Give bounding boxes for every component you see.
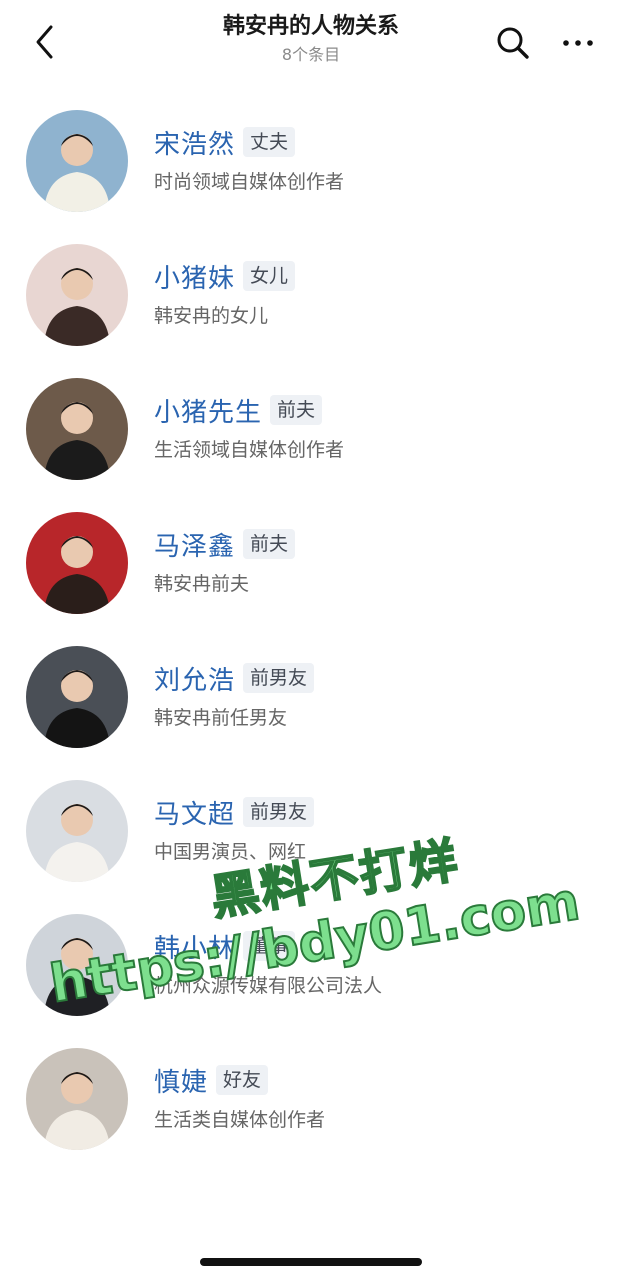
top-bar: 韩安冉的人物关系 8个条目 — [0, 0, 622, 86]
avatar[interactable] — [26, 244, 128, 346]
person-description: 生活领域自媒体创作者 — [154, 439, 345, 461]
relation-tag: 前男友 — [243, 797, 315, 827]
person-avatar-icon — [26, 780, 128, 882]
avatar[interactable] — [26, 646, 128, 748]
name-row: 马泽鑫 前夫 — [154, 526, 296, 563]
name-row: 马文超 前男友 — [154, 794, 315, 831]
relation-item[interactable]: 马文超 前男友中国男演员、网红 — [0, 764, 622, 898]
person-name[interactable]: 宋浩然 — [154, 124, 235, 161]
person-name[interactable]: 刘允浩 — [154, 660, 235, 697]
name-row: 小猪先生 前夫 — [154, 392, 323, 429]
person-name[interactable]: 慎婕 — [154, 1062, 208, 1099]
person-description: 韩安冉前夫 — [154, 573, 250, 595]
name-row: 刘允浩 前男友 — [154, 660, 315, 697]
avatar[interactable] — [26, 512, 128, 614]
person-avatar-icon — [26, 512, 128, 614]
person-name[interactable]: 马文超 — [154, 794, 235, 831]
relation-tag: 前男友 — [243, 663, 315, 693]
person-description: 生活类自媒体创作者 — [154, 1109, 326, 1131]
person-description: 杭州众源传媒有限公司法人 — [154, 975, 383, 997]
relation-tag: 前夫 — [270, 395, 323, 425]
relation-tag: 董事 — [243, 931, 296, 961]
avatar[interactable] — [26, 378, 128, 480]
relation-item[interactable]: 刘允浩 前男友韩安冉前任男友 — [0, 630, 622, 764]
relation-item[interactable]: 小猪妹 女儿韩安冉的女儿 — [0, 228, 622, 362]
relation-item[interactable]: 宋浩然 丈夫时尚领域自媒体创作者 — [0, 94, 622, 228]
name-row: 小猪妹 女儿 — [154, 258, 296, 295]
name-row: 慎婕 好友 — [154, 1062, 269, 1099]
relation-tag: 前夫 — [243, 529, 296, 559]
relation-item[interactable]: 小猪先生 前夫生活领域自媒体创作者 — [0, 362, 622, 496]
name-row: 宋浩然 丈夫 — [154, 124, 296, 161]
person-avatar-icon — [26, 1048, 128, 1150]
relation-tag: 丈夫 — [243, 127, 296, 157]
person-description: 中国男演员、网红 — [154, 841, 307, 863]
person-description: 韩安冉的女儿 — [154, 305, 269, 327]
person-avatar-icon — [26, 914, 128, 1016]
avatar[interactable] — [26, 780, 128, 882]
name-row: 韩小林 董事 — [154, 928, 296, 965]
search-button[interactable] — [492, 22, 534, 64]
person-avatar-icon — [26, 244, 128, 346]
relation-item[interactable]: 韩小林 董事杭州众源传媒有限公司法人 — [0, 898, 622, 1032]
person-description: 时尚领域自媒体创作者 — [154, 171, 345, 193]
person-name[interactable]: 小猪妹 — [154, 258, 235, 295]
person-name[interactable]: 韩小林 — [154, 928, 235, 965]
avatar[interactable] — [26, 1048, 128, 1150]
person-avatar-icon — [26, 378, 128, 480]
relation-item[interactable]: 慎婕 好友生活类自媒体创作者 — [0, 1032, 622, 1166]
home-indicator[interactable] — [200, 1258, 422, 1266]
relation-tag: 女儿 — [243, 261, 296, 291]
relation-item[interactable]: 马泽鑫 前夫韩安冉前夫 — [0, 496, 622, 630]
person-name[interactable]: 小猪先生 — [154, 392, 262, 429]
search-icon — [497, 27, 529, 59]
relation-list: 宋浩然 丈夫 时尚领域自媒体创作者 小猪妹 女儿 韩安冉的女儿 小猪先生 前夫 生活领域自媒体创… — [0, 94, 622, 1166]
avatar[interactable] — [26, 914, 128, 1016]
person-name[interactable]: 马泽鑫 — [154, 526, 235, 563]
relation-tag: 好友 — [216, 1065, 269, 1095]
person-avatar-icon — [26, 110, 128, 212]
more-button[interactable] — [556, 22, 600, 64]
person-avatar-icon — [26, 646, 128, 748]
avatar[interactable] — [26, 110, 128, 212]
person-description: 韩安冉前任男友 — [154, 707, 288, 729]
more-horizontal-icon — [563, 40, 593, 46]
